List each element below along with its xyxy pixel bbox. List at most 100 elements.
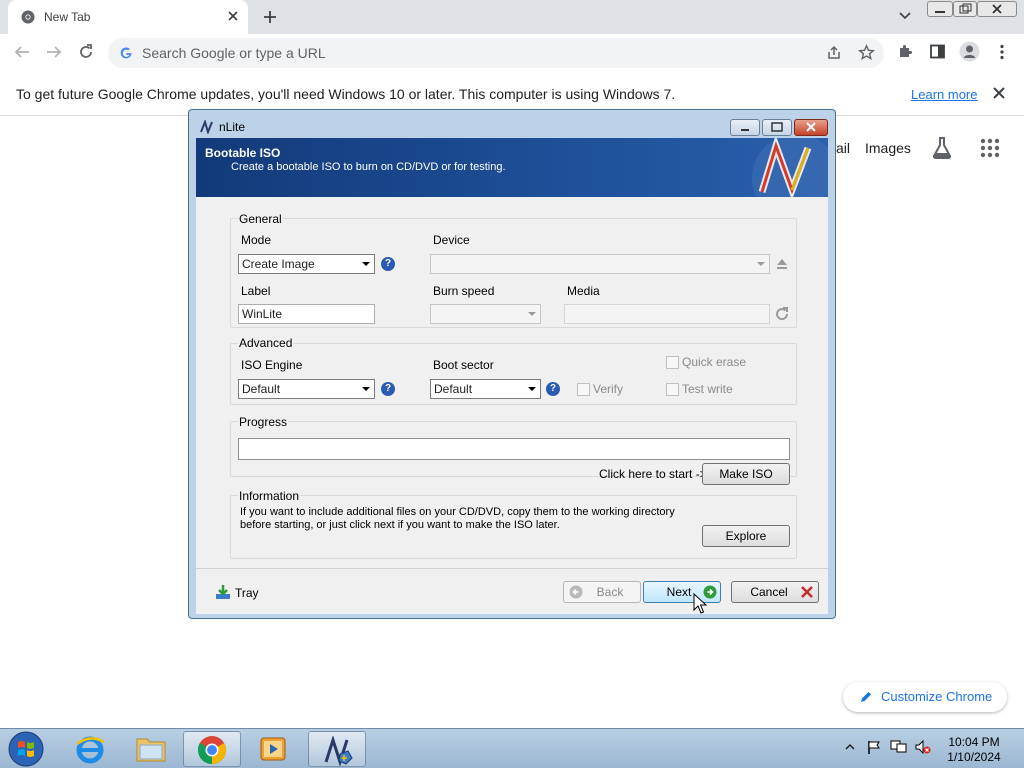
tab-new-tab[interactable]: New Tab bbox=[8, 0, 248, 34]
information-text-line1: If you want to include additional files … bbox=[240, 506, 675, 518]
windows-start-icon[interactable] bbox=[6, 730, 46, 768]
verify-checkbox[interactable] bbox=[577, 383, 590, 396]
mode-dropdown[interactable]: Create Image bbox=[238, 254, 375, 274]
tray-download-icon bbox=[215, 584, 231, 600]
omnibox[interactable]: Search Google or type a URL bbox=[108, 38, 884, 68]
back-arrow-icon[interactable] bbox=[13, 44, 31, 60]
taskbar-file-explorer[interactable] bbox=[122, 731, 180, 767]
google-g-icon bbox=[119, 46, 133, 60]
chevron-down-icon bbox=[528, 312, 536, 316]
next-button[interactable]: Next bbox=[643, 581, 721, 603]
quick-erase-checkbox[interactable] bbox=[666, 356, 679, 369]
media-player-icon bbox=[258, 735, 288, 763]
window-minimize-button[interactable] bbox=[927, 1, 953, 17]
google-apps-grid-icon[interactable] bbox=[980, 138, 1000, 158]
iso-engine-value: Default bbox=[242, 382, 281, 396]
progress-group-label: Progress bbox=[238, 415, 289, 429]
boot-sector-label: Boot sector bbox=[433, 358, 494, 372]
nlite-logo-icon bbox=[732, 138, 828, 197]
header-subtitle: Create a bootable ISO to burn on CD/DVD … bbox=[231, 161, 506, 173]
general-group-label: General bbox=[238, 212, 283, 226]
forward-arrow-icon[interactable] bbox=[45, 44, 63, 60]
device-dropdown[interactable] bbox=[430, 254, 770, 274]
iso-engine-help-icon[interactable]: ? bbox=[381, 382, 395, 396]
nlite-footer: Tray Back Next Cancel bbox=[196, 568, 828, 614]
verify-label: Verify bbox=[593, 382, 624, 396]
nlite-window: nLite Bootable ISO Create a bootable ISO… bbox=[188, 109, 836, 619]
bookmark-star-icon[interactable] bbox=[858, 44, 875, 61]
chevron-down-icon bbox=[362, 262, 370, 266]
side-panel-icon[interactable] bbox=[929, 43, 946, 60]
mouse-cursor-icon bbox=[693, 593, 707, 615]
chrome-icon bbox=[197, 735, 227, 765]
nlite-minimize-button[interactable] bbox=[730, 119, 760, 136]
tab-search-chevron-icon[interactable] bbox=[898, 11, 912, 21]
cancel-x-icon bbox=[800, 585, 814, 599]
internet-explorer-icon bbox=[74, 734, 106, 764]
extensions-puzzle-icon[interactable] bbox=[897, 43, 914, 60]
network-icon[interactable] bbox=[890, 739, 908, 755]
nlite-header-banner: Bootable ISO Create a bootable ISO to bu… bbox=[196, 138, 828, 197]
boot-sector-dropdown[interactable]: Default bbox=[430, 379, 541, 399]
window-close-button[interactable] bbox=[977, 1, 1017, 17]
media-label: Media bbox=[567, 284, 600, 298]
images-link[interactable]: Images bbox=[865, 140, 911, 156]
taskbar-internet-explorer[interactable] bbox=[61, 731, 119, 767]
back-button[interactable]: Back bbox=[563, 581, 641, 603]
refresh-media-icon[interactable] bbox=[774, 306, 790, 322]
infobar-close-icon[interactable] bbox=[992, 86, 1006, 100]
make-iso-button[interactable]: Make ISO bbox=[702, 463, 790, 485]
chrome-menu-kebab-icon[interactable] bbox=[995, 44, 1009, 60]
taskbar-nlite[interactable] bbox=[308, 731, 366, 767]
taskbar-chrome[interactable] bbox=[183, 731, 241, 767]
infobar-message: To get future Google Chrome updates, you… bbox=[16, 86, 676, 102]
tray-button[interactable]: Tray bbox=[208, 583, 268, 603]
iso-engine-label: ISO Engine bbox=[241, 358, 303, 372]
windows-taskbar: 10:04 PM 1/10/2024 bbox=[0, 728, 1024, 768]
reload-icon[interactable] bbox=[77, 43, 95, 61]
action-center-flag-icon[interactable] bbox=[866, 739, 882, 755]
burn-speed-label: Burn speed bbox=[433, 284, 495, 298]
gmail-link[interactable]: ail bbox=[836, 140, 850, 156]
burn-speed-dropdown[interactable] bbox=[430, 304, 541, 324]
iso-engine-dropdown[interactable]: Default bbox=[238, 379, 375, 399]
window-restore-button[interactable] bbox=[953, 1, 977, 17]
learn-more-link[interactable]: Learn more bbox=[911, 87, 977, 102]
clock-date: 1/10/2024 bbox=[947, 750, 1001, 764]
taskbar-clock[interactable]: 10:04 PM 1/10/2024 bbox=[934, 735, 1014, 765]
customize-chrome-button[interactable]: Customize Chrome bbox=[843, 682, 1007, 712]
cancel-button[interactable]: Cancel bbox=[731, 581, 819, 603]
clock-time: 10:04 PM bbox=[948, 735, 1000, 749]
folder-icon bbox=[135, 735, 167, 763]
nlite-maximize-button[interactable] bbox=[762, 119, 792, 136]
eject-icon[interactable] bbox=[775, 257, 789, 271]
customize-chrome-label: Customize Chrome bbox=[881, 689, 993, 704]
labs-flask-icon[interactable] bbox=[931, 136, 953, 160]
show-hidden-icons-chevron-icon[interactable] bbox=[845, 743, 855, 751]
start-hint-label: Click here to start -> bbox=[599, 467, 707, 481]
omnibox-placeholder: Search Google or type a URL bbox=[142, 45, 326, 61]
chevron-down-icon bbox=[528, 387, 536, 391]
profile-avatar-icon[interactable] bbox=[959, 41, 980, 62]
tray-label: Tray bbox=[235, 586, 259, 600]
back-label: Back bbox=[596, 585, 624, 599]
mode-help-icon[interactable]: ? bbox=[381, 257, 395, 271]
cancel-label: Cancel bbox=[750, 585, 788, 599]
information-group-label: Information bbox=[238, 489, 301, 503]
boot-sector-help-icon[interactable]: ? bbox=[546, 382, 560, 396]
nlite-taskbar-icon bbox=[322, 736, 354, 766]
nlite-close-button[interactable] bbox=[794, 119, 828, 136]
tab-title: New Tab bbox=[44, 10, 91, 24]
volume-muted-icon[interactable] bbox=[914, 739, 932, 755]
label-input[interactable]: WinLite bbox=[238, 304, 375, 324]
new-tab-plus-icon[interactable] bbox=[262, 9, 278, 25]
tab-close-icon[interactable] bbox=[226, 9, 240, 23]
test-write-checkbox[interactable] bbox=[666, 383, 679, 396]
chrome-favicon-icon bbox=[21, 10, 35, 24]
progress-bar bbox=[238, 438, 790, 460]
share-icon[interactable] bbox=[826, 45, 842, 61]
explore-button[interactable]: Explore bbox=[702, 525, 790, 547]
label-label: Label bbox=[241, 284, 271, 298]
back-arrow-icon bbox=[569, 585, 583, 599]
taskbar-media-player[interactable] bbox=[244, 731, 302, 767]
